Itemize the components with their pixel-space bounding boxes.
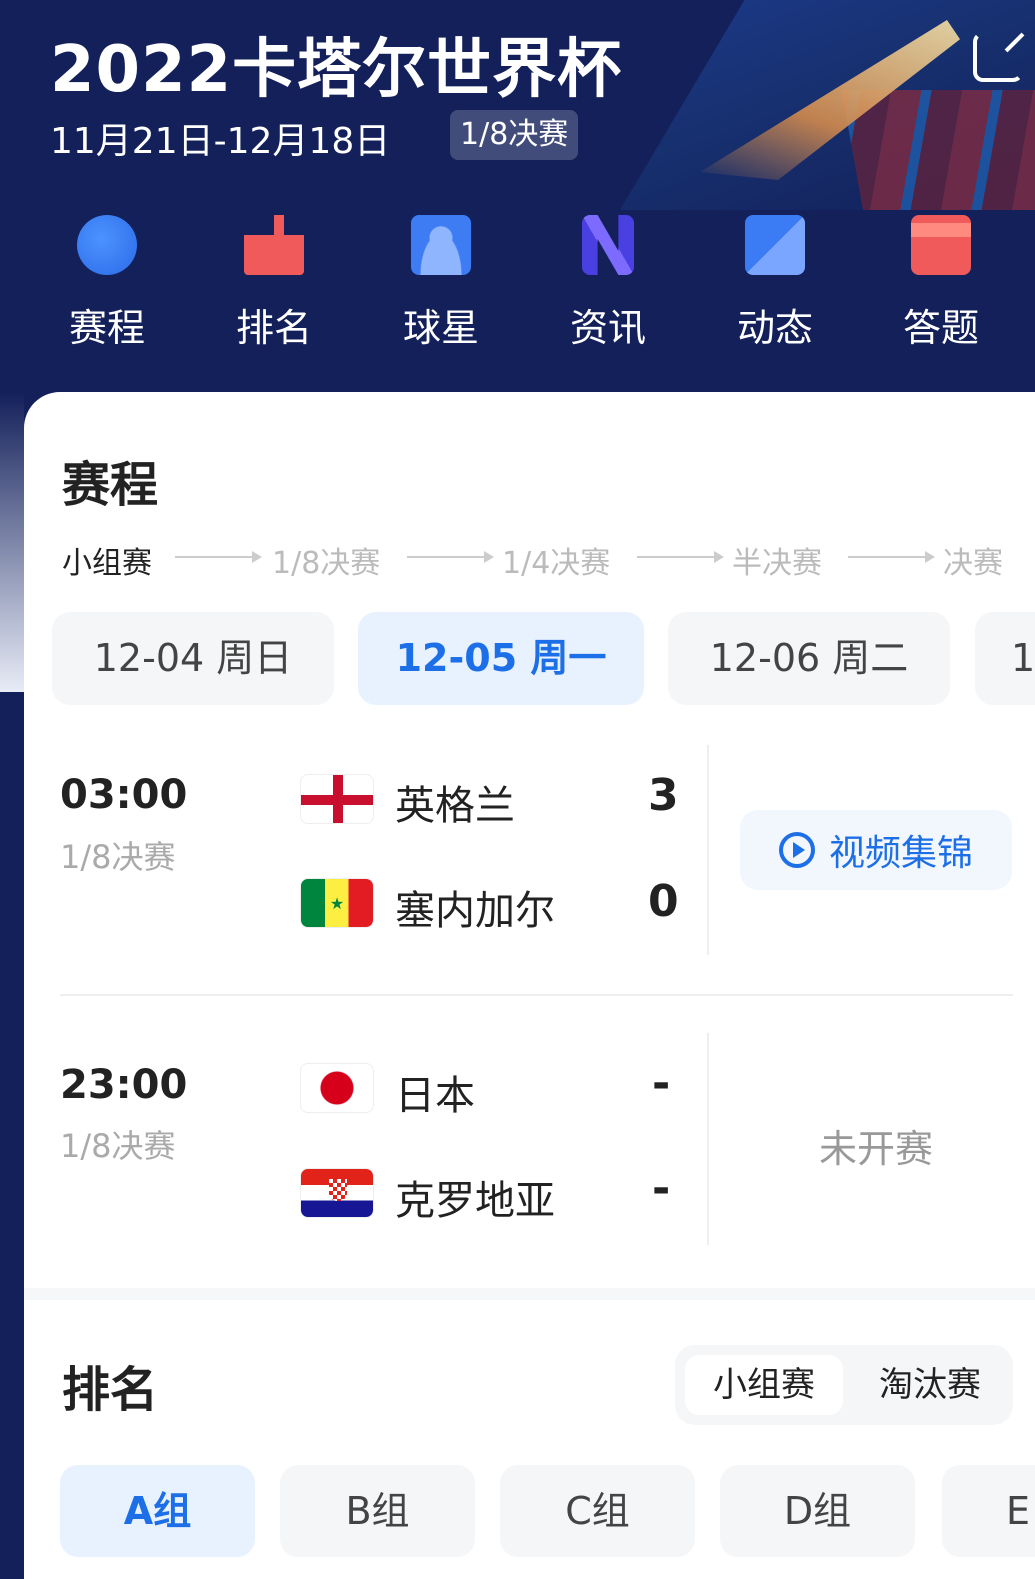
japan-flag-icon: [300, 1063, 374, 1113]
tournament-dates: 11月21日-12月18日: [50, 121, 391, 162]
divider: [707, 1033, 709, 1245]
england-flag-icon: [300, 774, 374, 824]
stage-badge: 1/8决赛: [450, 110, 579, 160]
team-name: 克罗地亚: [395, 1178, 555, 1224]
arrow-icon: [407, 551, 494, 563]
toggle-knockout[interactable]: 淘汰赛: [855, 1355, 1005, 1415]
team-score: -: [652, 1058, 671, 1109]
nav-feed[interactable]: 动态: [715, 215, 835, 352]
group-tab[interactable]: B组: [280, 1465, 475, 1557]
match-time: 03:00: [60, 772, 188, 818]
stage-r16[interactable]: 1/8决赛: [272, 538, 380, 582]
stage-group[interactable]: 小组赛: [62, 538, 152, 582]
stage-qf[interactable]: 1/4决赛: [502, 538, 610, 582]
date-tab[interactable]: 1: [975, 612, 1035, 705]
nav-label: 动态: [736, 306, 813, 350]
image-icon: [745, 215, 805, 275]
group-tab[interactable]: D组: [720, 1465, 915, 1557]
nav-quiz[interactable]: 答题: [881, 215, 1001, 352]
stage-final[interactable]: 决赛: [943, 538, 1003, 582]
stage-sf[interactable]: 半决赛: [732, 538, 822, 582]
group-tab[interactable]: C组: [500, 1465, 695, 1557]
nav-label: 排名: [235, 306, 312, 350]
team-name: 塞内加尔: [395, 888, 555, 934]
nav-label: 赛程: [68, 306, 145, 350]
team-score: 3: [648, 770, 679, 821]
ranking-title: 排名: [62, 1362, 159, 1418]
nav-schedule[interactable]: 赛程: [47, 215, 167, 352]
match-status: 未开赛: [818, 1127, 933, 1171]
team-score: 0: [648, 876, 679, 927]
arrow-icon: [637, 551, 724, 563]
team-score: -: [652, 1163, 671, 1214]
nav-ranking[interactable]: 排名: [214, 215, 334, 352]
senegal-flag-icon: ★: [300, 878, 374, 928]
news-n-icon: [582, 215, 634, 275]
play-circle-icon: [778, 832, 815, 868]
match-time: 23:00: [60, 1062, 188, 1108]
arrow-icon: [175, 551, 262, 563]
nav-news[interactable]: 资讯: [548, 215, 668, 352]
nav-label: 答题: [902, 306, 979, 350]
highlights-button[interactable]: 视频集锦: [740, 810, 1012, 890]
date-tab-selected[interactable]: 12-05 周一: [358, 612, 644, 705]
date-tab[interactable]: 12-06 周二: [668, 612, 950, 705]
team-name: 英格兰: [395, 783, 515, 829]
date-tab[interactable]: 12-04 周日: [52, 612, 334, 705]
podium-icon: [244, 215, 304, 275]
toggle-group-stage[interactable]: 小组赛: [685, 1355, 843, 1415]
match-stage: 1/8决赛: [60, 838, 176, 876]
schedule-title: 赛程: [62, 457, 159, 513]
gift-icon: [911, 215, 971, 275]
group-tab-selected[interactable]: A组: [60, 1465, 255, 1557]
nav-players[interactable]: 球星: [381, 215, 501, 352]
player-card-icon: [411, 215, 471, 275]
clock-icon: [77, 215, 137, 275]
page-title: 2022卡塔尔世界杯: [50, 33, 623, 107]
share-icon[interactable]: [973, 32, 1023, 82]
nav-label: 球星: [402, 306, 479, 350]
background-fade: [0, 392, 24, 692]
highlights-label: 视频集锦: [828, 833, 973, 874]
team-name: 日本: [395, 1073, 475, 1119]
section-separator: [24, 1288, 1035, 1300]
divider: [707, 745, 709, 955]
group-tab[interactable]: E: [942, 1465, 1035, 1557]
divider: [60, 994, 1013, 996]
croatia-flag-icon: [300, 1168, 374, 1218]
arrow-icon: [848, 551, 935, 563]
nav-label: 资讯: [569, 306, 646, 350]
match-stage: 1/8决赛: [60, 1127, 176, 1165]
